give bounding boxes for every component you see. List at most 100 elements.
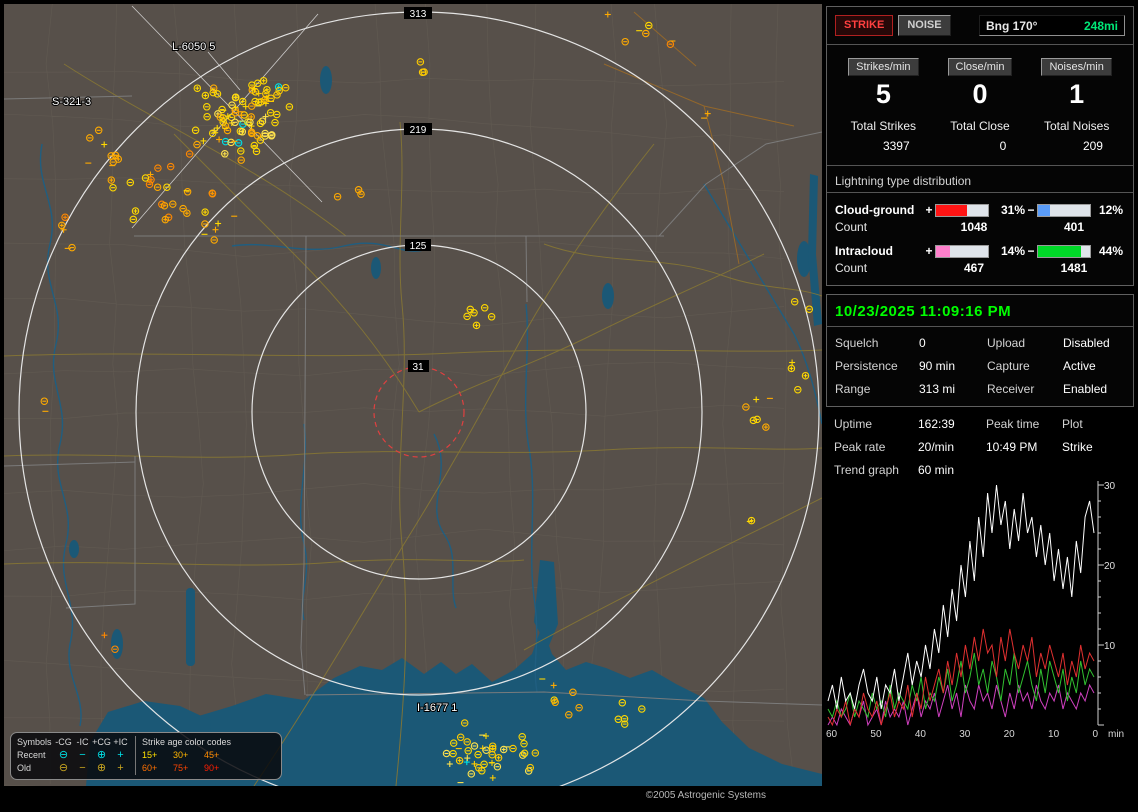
total-noises-label: Total Noises [1043,119,1110,133]
copyright-text: ©2005 Astrogenic Systems [645,790,766,801]
ic-plus-percent: 14% [1000,244,1025,258]
cloud-ground-row: Cloud-ground + 31% − 12% Count 1048 401 [835,203,1125,234]
divider [827,165,1133,166]
rate-values-row: 5 0 1 [835,79,1125,110]
cg-minus-old-icon: ⊖ [58,762,69,774]
intracloud-label: Intracloud [835,244,894,258]
noise-button[interactable]: NOISE [898,15,951,36]
settings-grid: Squelch 0 Upload Disabled Persistence 90… [835,336,1125,396]
persistence-label: Persistence [835,359,898,373]
upload-label: Upload [987,336,1026,350]
peak-rate-value: 20/min [918,440,955,454]
datetime-display: 10/23/2025 11:09:16 PM [827,303,1133,327]
noises-per-min-button[interactable]: Noises/min [1041,58,1112,76]
trend-x-unit: min [1108,729,1125,740]
trend-y-axis [1097,481,1104,726]
bearing-display: Bng 170° 248mi [979,15,1125,36]
storm-cell-label: L-6050 5 [172,41,215,53]
ic-minus-recent-icon: − [79,749,86,761]
ic-minus-percent: 44% [1098,244,1123,258]
svg-text:10: 10 [1104,641,1116,652]
distribution-title: Lightning type distribution [827,174,1133,193]
svg-text:20: 20 [1104,561,1116,572]
svg-text:313: 313 [410,9,427,20]
legend-header-ic-plus: +IC [113,737,128,747]
age-45: 45+ [204,750,220,760]
legend-symbols: Symbols -CG -IC +CG +IC Recent ⊖ − ⊕ + O… [17,736,130,775]
legend-age-title: Strike age color codes [142,737,232,747]
ic-plus-recent-icon: + [117,749,124,761]
strike-button[interactable]: STRIKE [835,15,894,36]
legend-age-codes: Strike age color codes 15+ 30+ 45+ 60+ 7… [135,736,235,775]
mode-button-row: STRIKE NOISE Bng 170° 248mi [827,15,1133,45]
range-value: 313 mi [919,382,956,396]
map-canvas[interactable]: 313 219 125 31 L-6050 5 S-321-3 I-1677 1 [4,4,822,786]
total-close-label: Total Close [950,119,1010,133]
trend-series-lines [827,484,1095,727]
legend-symbols-label: Symbols [17,737,52,747]
cg-plus-bar [935,203,989,217]
count-label: Count [835,261,868,275]
map-legend: Symbols -CG -IC +CG +IC Recent ⊖ − ⊕ + O… [10,732,282,780]
ic-minus-bar [1037,244,1091,258]
svg-text:125: 125 [410,241,427,252]
lightning-map[interactable]: 313 219 125 31 L-6050 5 S-321-3 I-1677 1… [4,4,822,786]
close-per-min-value: 0 [972,79,988,109]
total-strikes-value: 3397 [882,139,910,153]
squelch-value: 0 [919,336,926,350]
cg-plus-old-icon: ⊕ [96,762,107,774]
plus-sign: + [925,203,933,217]
rate-badges-row: Strikes/min Close/min Noises/min [835,58,1125,76]
plot-value: Strike [1062,440,1093,454]
storm-cell-label: S-321-3 [52,96,91,108]
noises-per-min-value: 1 [1069,79,1085,109]
cg-plus-percent: 31% [1000,203,1025,217]
plot-label: Plot [1062,417,1083,431]
cg-minus-recent-icon: ⊖ [58,749,69,761]
trend-y-labels: 30 20 10 [1104,481,1116,652]
cg-minus-bar [1037,203,1091,217]
trend-window-value: 60 min [918,463,955,477]
total-strikes-label: Total Strikes [850,119,916,133]
strikes-per-min-button[interactable]: Strikes/min [848,58,919,76]
peak-rate-label: Peak rate [834,440,886,454]
storm-cell-label: I-1677 1 [417,702,457,714]
cg-minus-percent: 12% [1098,203,1123,217]
legend-old-label: Old [17,763,32,773]
trend-graph-label: Trend graph [834,463,899,477]
ic-minus-old-icon: − [79,762,86,774]
bearing-distance: 248mi [1083,18,1118,33]
upload-status: Disabled [1063,336,1110,350]
minus-sign: − [1027,203,1035,217]
trend-x-labels: 60 50 40 30 20 10 0 [826,729,1098,740]
legend-header-cg-plus: +CG [92,737,111,747]
range-label: Range [835,382,871,396]
age-15: 15+ [142,750,158,760]
totals-labels-row: Total Strikes Total Close Total Noises [835,119,1125,133]
legend-header-cg-minus: -CG [55,737,72,747]
capture-status: Active [1063,359,1096,373]
minus-sign: − [1027,244,1035,258]
uptime-label: Uptime [834,417,873,431]
peak-time-value: 10:49 PM [986,440,1038,454]
close-per-min-button[interactable]: Close/min [947,58,1013,76]
receiver-label: Receiver [987,382,1035,396]
svg-text:30: 30 [1104,481,1116,492]
legend-header-ic-minus: -IC [76,737,89,747]
cg-minus-count: 401 [1063,220,1085,234]
plus-sign: + [925,244,933,258]
capture-label: Capture [987,359,1030,373]
peak-time-label: Peak time [986,417,1040,431]
svg-text:219: 219 [410,125,427,136]
status-panel: STRIKE NOISE Bng 170° 248mi Strikes/min … [826,6,1134,749]
total-close-value: 0 [999,139,1007,153]
totals-values-row: 3397 0 209 [835,139,1125,153]
age-60: 60+ [142,763,158,773]
cloud-ground-label: Cloud-ground [835,203,915,217]
age-30: 30+ [173,750,189,760]
age-75: 75+ [173,763,189,773]
total-noises-value: 209 [1082,139,1103,153]
bearing-label: Bng 170° [986,18,1038,33]
strikes-per-min-value: 5 [875,79,891,109]
intracloud-row: Intracloud + 14% − 44% Count 467 1481 [835,244,1125,275]
